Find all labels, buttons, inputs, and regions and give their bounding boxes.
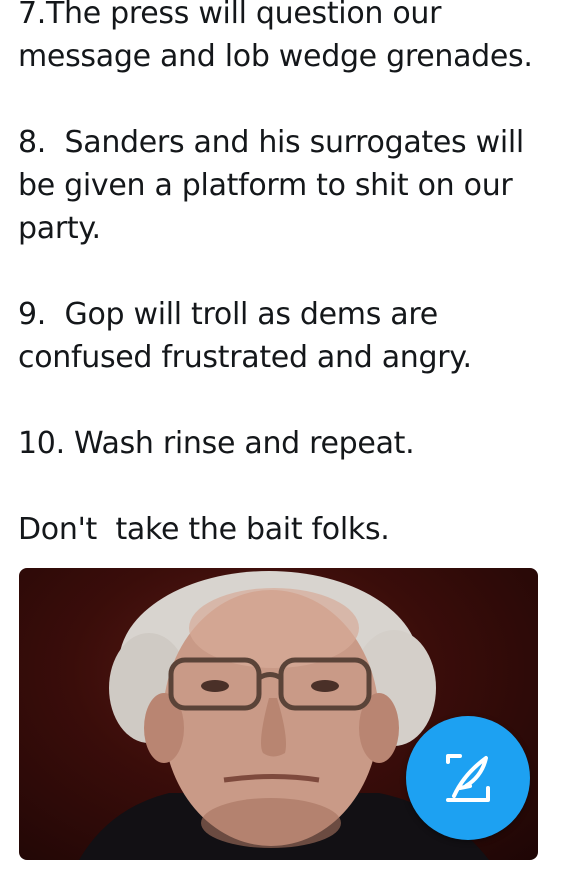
- compose-tweet-button[interactable]: [406, 716, 530, 840]
- tweet-line: 7.The press will question our: [18, 0, 442, 31]
- tweet-line: message and lob wedge grenades.: [18, 39, 533, 74]
- tweet-line: 10. Wash rinse and repeat.: [18, 426, 415, 461]
- tweet-line: confused frustrated and angry.: [18, 340, 472, 375]
- tweet-body: 7.The press will question our message an…: [18, 0, 548, 551]
- tweet-line: 9. Gop will troll as dems are: [18, 297, 438, 332]
- compose-tweet-icon: [446, 754, 490, 802]
- tweet-line: be given a platform to shit on our: [18, 168, 513, 203]
- tweet-line: 8. Sanders and his surrogates will: [18, 125, 524, 160]
- tweet-line: Don't take the bait folks.: [18, 512, 390, 547]
- tweet-line: party.: [18, 211, 101, 246]
